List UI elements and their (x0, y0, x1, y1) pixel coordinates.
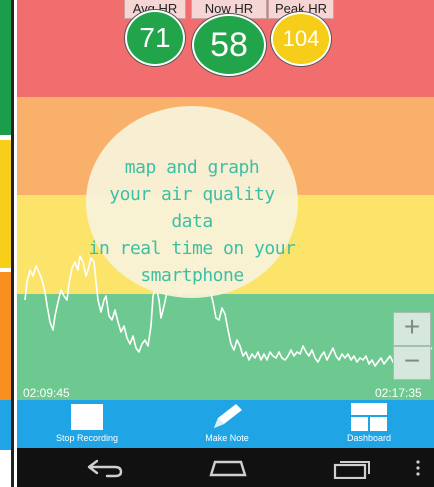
promo-line-3: in real time on your (88, 238, 296, 259)
now-hr-value: 58 (192, 14, 266, 76)
bottom-toolbar: Stop Recording Make Note Dashboard (17, 400, 434, 448)
back-icon[interactable] (85, 458, 125, 478)
strip-green-segment (0, 0, 11, 135)
avg-hr-stat: Avg HR 71 (124, 0, 186, 66)
make-note-button[interactable]: Make Note (187, 400, 267, 448)
make-note-label: Make Note (205, 433, 249, 443)
dashboard-button[interactable]: Dashboard (327, 400, 411, 448)
strip-yellow-segment (0, 140, 11, 268)
peak-hr-value: 104 (271, 12, 331, 66)
promo-line-4: smartphone (140, 265, 244, 286)
now-hr-stat: Now HR 58 (191, 0, 267, 76)
graph-start-time: 02:09:45 (23, 386, 70, 400)
avg-hr-value: 71 (125, 10, 185, 66)
dashboard-grid-icon (351, 403, 387, 431)
android-nav-bar (17, 448, 434, 487)
zoom-out-button[interactable]: − (393, 346, 431, 380)
pencil-icon (214, 404, 242, 428)
strip-divider (11, 0, 14, 487)
strip-blue-segment (0, 400, 11, 450)
peak-hr-stat: Peak HR 104 (268, 0, 334, 66)
overflow-menu-icon[interactable] (415, 460, 421, 476)
promo-line-2: your air quality data (109, 184, 275, 232)
stop-recording-button[interactable]: Stop Recording (37, 400, 137, 448)
promo-text: map and graph your air quality data in r… (86, 154, 298, 289)
graph-end-time: 02:17:35 (375, 386, 422, 400)
recents-icon[interactable] (333, 457, 373, 479)
promo-line-1: map and graph (124, 157, 260, 178)
strip-orange-segment (0, 272, 11, 400)
home-icon[interactable] (207, 458, 249, 478)
stop-square-icon (71, 404, 103, 430)
dashboard-label: Dashboard (346, 433, 392, 443)
stop-recording-label: Stop Recording (55, 433, 119, 443)
adjacent-screen-strip (0, 0, 18, 487)
zoom-in-button[interactable]: + (393, 312, 431, 346)
hr-monitor-screen: map and graph your air quality data in r… (17, 0, 434, 487)
